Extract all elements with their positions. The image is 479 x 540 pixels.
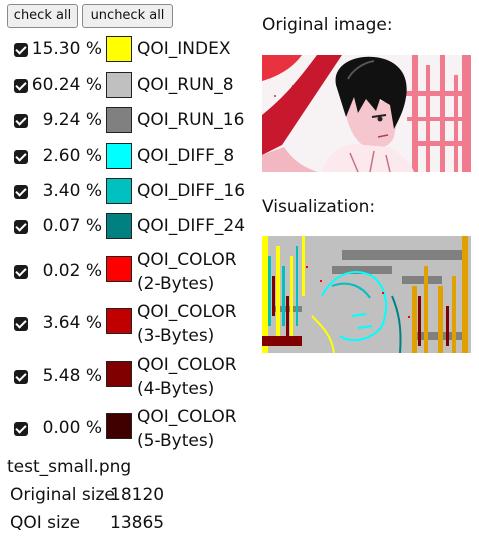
- qoi-run-8-label: QOI_RUN_8: [137, 75, 234, 95]
- qoi-diff-16-checkbox[interactable]: [14, 185, 28, 199]
- qoi-diff-16-label: QOI_DIFF_16: [137, 181, 246, 201]
- qoi-color-4-sublabel: (4-Bytes): [137, 379, 215, 399]
- qoi-run-16-label: QOI_RUN_16: [137, 110, 245, 130]
- qoi-diff-8-color-swatch: [106, 143, 132, 169]
- qoi-run-16-color-swatch: [106, 107, 132, 133]
- qoi-diff-16-percent: 3.40 %: [42, 181, 102, 201]
- visualization-image: [262, 236, 471, 353]
- qoi-run-16-percent: 9.24 %: [42, 110, 102, 130]
- qoi-color-4-checkbox[interactable]: [14, 370, 28, 384]
- qoi-color-2-label: QOI_COLOR: [137, 250, 237, 270]
- qoi-diff-16-color-swatch: [106, 178, 132, 204]
- qoi-diff-24-label: QOI_DIFF_24: [137, 216, 246, 236]
- qoi-diff-8-percent: 2.60 %: [42, 146, 102, 166]
- qoi-diff-8-label: QOI_DIFF_8: [137, 146, 235, 166]
- visualization-heading: Visualization:: [262, 197, 376, 217]
- qoi-index-color-swatch: [106, 36, 132, 62]
- qoi-color-5-percent: 0.00 %: [42, 418, 102, 438]
- qoi-color-5-checkbox[interactable]: [14, 422, 28, 436]
- qoi-color-3-label: QOI_COLOR: [137, 302, 237, 322]
- qoi-color-3-color-swatch: [106, 308, 132, 334]
- qoi-diff-24-color-swatch: [106, 213, 132, 239]
- original-size-value: 18120: [110, 485, 165, 505]
- qoi-color-3-checkbox[interactable]: [14, 317, 28, 331]
- qoi-run-8-color-swatch: [106, 72, 132, 98]
- qoi-diff-8-checkbox[interactable]: [14, 150, 28, 164]
- uncheck-all-button[interactable]: uncheck all: [82, 4, 173, 28]
- qoi-run-8-percent: 60.24 %: [31, 75, 102, 95]
- qoi-size-label: QOI size: [10, 513, 81, 533]
- qoi-run-8-checkbox[interactable]: [14, 79, 28, 93]
- qoi-color-5-label: QOI_COLOR: [137, 407, 237, 427]
- qoi-color-3-sublabel: (3-Bytes): [137, 326, 215, 346]
- qoi-color-5-sublabel: (5-Bytes): [137, 431, 215, 451]
- original-image: [262, 55, 471, 172]
- qoi-color-2-color-swatch: [106, 256, 132, 282]
- qoi-index-percent: 15.30 %: [31, 39, 102, 59]
- qoi-diff-24-checkbox[interactable]: [14, 220, 28, 234]
- qoi-color-2-sublabel: (2-Bytes): [137, 274, 215, 294]
- qoi-color-4-color-swatch: [106, 361, 132, 387]
- qoi-color-4-percent: 5.48 %: [42, 366, 102, 386]
- qoi-index-checkbox[interactable]: [14, 43, 28, 57]
- original-size-label: Original size: [10, 485, 115, 505]
- qoi-run-16-checkbox[interactable]: [14, 114, 28, 128]
- qoi-index-label: QOI_INDEX: [137, 39, 231, 59]
- file-name: test_small.png: [7, 457, 132, 477]
- qoi-diff-24-percent: 0.07 %: [42, 216, 102, 236]
- qoi-color-2-percent: 0.02 %: [42, 261, 102, 281]
- check-all-button[interactable]: check all: [7, 4, 78, 28]
- original-image-heading: Original image:: [262, 15, 393, 35]
- qoi-color-2-checkbox[interactable]: [14, 265, 28, 279]
- qoi-size-value: 13865: [110, 513, 165, 533]
- qoi-color-3-percent: 3.64 %: [42, 313, 102, 333]
- qoi-color-5-color-swatch: [106, 413, 132, 439]
- qoi-color-4-label: QOI_COLOR: [137, 355, 237, 375]
